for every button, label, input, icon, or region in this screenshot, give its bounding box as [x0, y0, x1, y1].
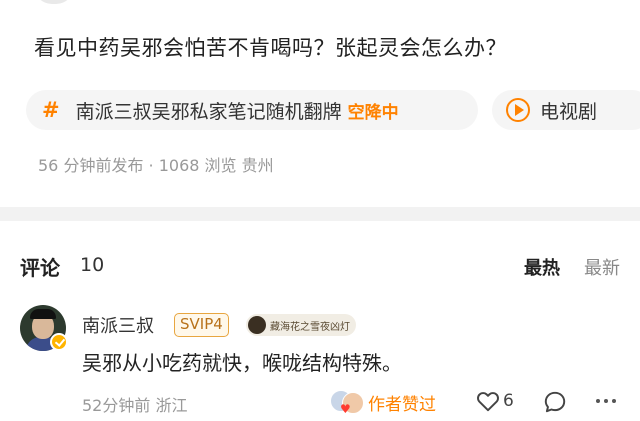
svip-badge: SVIP4	[174, 313, 229, 337]
sort-new-tab[interactable]: 最新	[584, 254, 620, 280]
comment-meta: 52分钟前 浙江	[82, 396, 188, 415]
comments-count: 10	[80, 254, 105, 276]
author-liked-label: 作者赞过	[368, 394, 436, 415]
post-chips: # 南派三叔吴邪私家笔记随机翻牌 空降中 电视剧	[26, 90, 640, 130]
topic-chip-label: 南派三叔吴邪私家笔记随机翻牌	[75, 100, 342, 123]
heart-outline-icon	[477, 392, 499, 412]
comments-header: 评论 10 最热 最新	[20, 252, 620, 282]
topic-chip-tag: 空降中	[347, 102, 399, 123]
comments-title: 评论	[20, 256, 60, 280]
section-divider	[0, 207, 640, 221]
author-liked-avatars: ♥	[330, 388, 364, 416]
verified-badge-icon	[50, 333, 68, 351]
author-liked-indicator: ♥ 作者赞过	[330, 388, 436, 416]
like-count: 6	[503, 391, 514, 411]
heart-icon: ♥	[340, 402, 351, 416]
topic-chip[interactable]: # 南派三叔吴邪私家笔记随机翻牌 空降中	[26, 90, 478, 130]
video-chip-label: 电视剧	[540, 100, 598, 123]
play-circle-icon	[506, 98, 530, 122]
post-title: 看见中药吴邪会怕苦不肯喝吗？张起灵会怎么办？	[34, 36, 507, 60]
dot	[596, 399, 600, 403]
previous-avatar-edge	[34, 0, 74, 4]
like-button[interactable]: 6	[475, 388, 514, 414]
video-chip[interactable]: 电视剧	[492, 90, 640, 130]
fan-badge: 藏海花之雪夜凶灯	[246, 314, 356, 336]
comment-text: 吴邪从小吃药就快，喉咙结构特殊。	[82, 351, 402, 375]
dot	[604, 399, 608, 403]
fan-badge-label: 藏海花之雪夜凶灯	[270, 321, 350, 333]
sort-hot-tab[interactable]: 最热	[524, 254, 560, 280]
post-meta: 56 分钟前发布 · 1068 浏览 贵州	[38, 156, 274, 175]
commenter-name[interactable]: 南派三叔	[82, 312, 154, 338]
dot	[612, 399, 616, 403]
fan-badge-icon	[248, 316, 266, 334]
more-options-icon[interactable]	[596, 399, 616, 403]
comment-bubble-icon[interactable]	[542, 389, 568, 415]
avatar-hair	[30, 309, 56, 319]
hash-icon: #	[42, 98, 60, 122]
